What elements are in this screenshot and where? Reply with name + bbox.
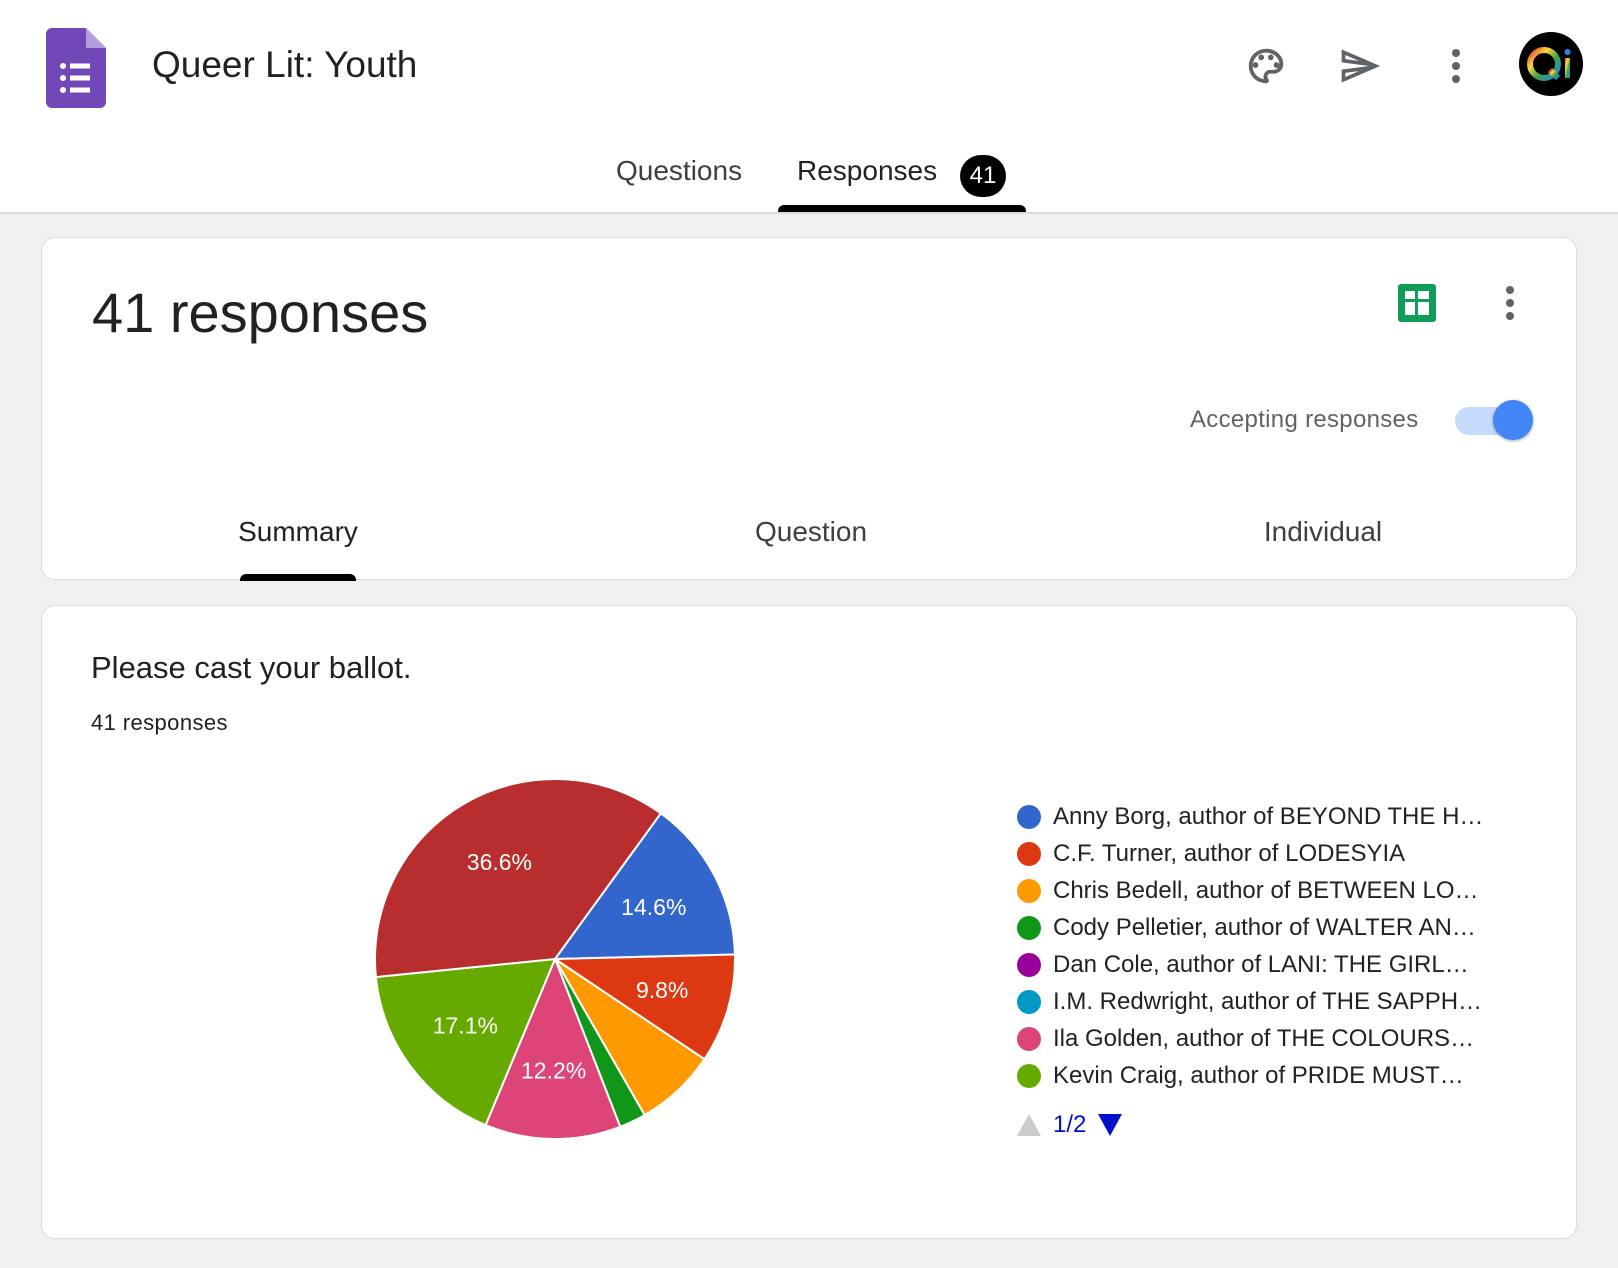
question-summary-card: Please cast your ballot. 41 responses 14… — [41, 605, 1577, 1239]
legend-label: I.M. Redwright, author of THE SAPPH… — [1053, 988, 1483, 1015]
app-header: Queer Lit: Youth Questions Responses 41 — [0, 0, 1618, 214]
legend-label: C.F. Turner, author of LODESYIA — [1053, 840, 1406, 867]
legend-label: Kevin Craig, author of PRIDE MUST… — [1053, 1062, 1464, 1089]
tab-summary[interactable]: Summary — [238, 516, 358, 548]
card-more-icon[interactable] — [1490, 280, 1530, 326]
legend-item[interactable]: C.F. Turner, author of LODESYIA — [1017, 838, 1405, 870]
legend-label: Anny Borg, author of BEYOND THE H… — [1053, 803, 1484, 830]
active-tab-indicator — [778, 205, 1026, 212]
legend-color-swatch — [1017, 1064, 1041, 1088]
tab-responses[interactable]: Responses — [797, 155, 937, 187]
pie-slice-label: 17.1% — [433, 1012, 498, 1038]
legend-item[interactable]: Chris Bedell, author of BETWEEN LO… — [1017, 875, 1478, 907]
sheets-icon[interactable] — [1398, 284, 1436, 322]
send-icon[interactable] — [1330, 36, 1390, 96]
tab-question[interactable]: Question — [755, 516, 867, 548]
legend-page-indicator: 1/2 — [1053, 1111, 1087, 1138]
legend-item[interactable]: I.M. Redwright, author of THE SAPPH… — [1017, 986, 1482, 1018]
pie-slice-label: 12.2% — [521, 1058, 586, 1084]
legend-color-swatch — [1017, 953, 1041, 977]
legend-label: Cody Pelletier, author of WALTER AN… — [1053, 914, 1476, 941]
avatar[interactable] — [1519, 32, 1583, 96]
legend-next-page-icon[interactable] — [1098, 1114, 1123, 1136]
legend-color-swatch — [1017, 1027, 1041, 1051]
palette-icon[interactable] — [1236, 36, 1296, 96]
legend-label: Chris Bedell, author of BETWEEN LO… — [1053, 877, 1479, 904]
legend-item[interactable]: Dan Cole, author of LANI: THE GIRL… — [1017, 949, 1469, 981]
forms-logo-icon[interactable] — [46, 28, 106, 108]
accepting-responses-label: Accepting responses — [1190, 406, 1419, 433]
responses-summary-card: 41 responses Accepting responses Summary… — [41, 237, 1577, 581]
legend-item[interactable]: Cody Pelletier, author of WALTER AN… — [1017, 912, 1476, 944]
legend-color-swatch — [1017, 842, 1041, 866]
form-title[interactable]: Queer Lit: Youth — [152, 44, 417, 86]
legend-color-swatch — [1017, 990, 1041, 1014]
legend-color-swatch — [1017, 879, 1041, 903]
accepting-responses-toggle[interactable] — [1455, 398, 1535, 444]
legend-label: Dan Cole, author of LANI: THE GIRL… — [1053, 951, 1469, 978]
responses-count-badge: 41 — [960, 155, 1006, 197]
pie-slice-label: 9.8% — [636, 977, 688, 1003]
more-vert-icon[interactable] — [1426, 36, 1486, 96]
avatar-logo — [1527, 47, 1571, 81]
legend-item[interactable]: Ila Golden, author of THE COLOURS… — [1017, 1023, 1474, 1055]
legend-color-swatch — [1017, 805, 1041, 829]
toggle-knob — [1493, 400, 1533, 440]
responses-total-title: 41 responses — [92, 281, 429, 344]
tab-individual[interactable]: Individual — [1264, 516, 1382, 548]
pie-slice-label: 36.6% — [467, 849, 532, 875]
legend-item[interactable]: Kevin Craig, author of PRIDE MUST… — [1017, 1060, 1464, 1092]
pie-chart: 14.6% 9.8% 12.2% 17.1% 36.6% — [374, 778, 736, 1140]
legend-pager: 1/2 — [1017, 1111, 1123, 1139]
legend-item[interactable]: Anny Borg, author of BEYOND THE H… — [1017, 801, 1483, 833]
pie-slice-label: 14.6% — [621, 894, 686, 920]
summary-tab-indicator — [240, 574, 356, 581]
legend-label: Ila Golden, author of THE COLOURS… — [1053, 1025, 1475, 1052]
legend-prev-page-icon[interactable] — [1017, 1114, 1041, 1136]
tab-questions[interactable]: Questions — [616, 155, 742, 187]
legend-color-swatch — [1017, 916, 1041, 940]
